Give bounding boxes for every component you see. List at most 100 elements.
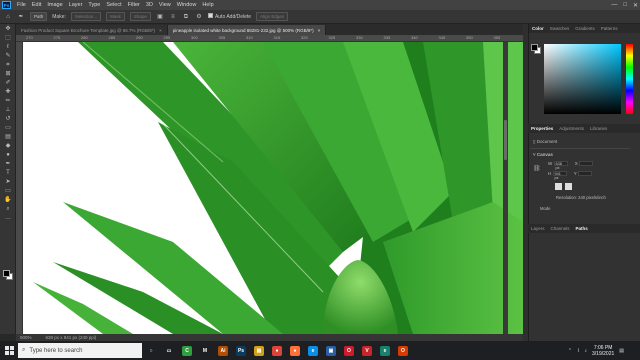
foreground-color-swatch[interactable] — [3, 270, 10, 277]
chevron-down-icon[interactable]: ˅ — [533, 152, 536, 157]
taskbar-app-opera[interactable]: O — [340, 341, 358, 360]
path-arrangement-icon[interactable]: ⧉ — [182, 13, 190, 21]
taskbar-app-file-explorer[interactable]: ▤ — [250, 341, 268, 360]
tab-gradients[interactable]: Gradients — [575, 26, 595, 31]
taskbar-app-photos[interactable]: ▣ — [322, 341, 340, 360]
more-tools-icon[interactable]: … — [1, 214, 15, 222]
taskbar-app-google-chrome[interactable]: ● — [268, 341, 286, 360]
settings-gear-icon[interactable]: ⚙ — [195, 13, 203, 21]
taskbar-search-box[interactable]: ⌕ Type here to search — [18, 343, 142, 358]
taskbar-app-edge-dev[interactable]: e — [376, 341, 394, 360]
link-icon[interactable]: ⛓ — [533, 165, 541, 172]
tab-swatches[interactable]: Swatches — [550, 26, 570, 31]
healing-brush-tool-icon[interactable]: ✚ — [1, 88, 15, 96]
landscape-orientation-icon[interactable] — [565, 183, 572, 190]
chevron-up-icon[interactable]: ⌃ — [568, 348, 572, 354]
taskbar-app-firefox[interactable]: ● — [286, 341, 304, 360]
tab-adjustments[interactable]: Adjustments — [559, 126, 584, 131]
x-field[interactable] — [579, 161, 594, 167]
start-button[interactable] — [0, 341, 18, 360]
scrollbar-thumb[interactable] — [504, 120, 507, 160]
type-tool-icon[interactable]: T — [1, 169, 15, 177]
taskbar-app-edge[interactable]: e — [304, 341, 322, 360]
path-alignment-icon[interactable]: ≡ — [169, 13, 177, 21]
menu-3d[interactable]: 3D — [143, 2, 156, 8]
crop-tool-icon[interactable]: ⌗ — [1, 61, 15, 69]
taskbar-app-camtasia[interactable]: C — [178, 341, 196, 360]
tab-layers[interactable]: Layers — [531, 226, 545, 231]
zoom-tool-icon[interactable]: ⌕ — [1, 205, 15, 213]
notifications-icon[interactable]: ▤ — [619, 348, 624, 354]
taskbar-app-adobe-photoshop[interactable]: Ps — [232, 341, 250, 360]
tab-properties[interactable]: Properties — [531, 126, 553, 131]
path-operations-icon[interactable]: ▣ — [156, 13, 164, 21]
taskbar-app-cortana[interactable]: ○ — [142, 341, 160, 360]
marquee-tool-icon[interactable]: ⬚ — [1, 34, 15, 42]
pen-tool-preset-icon[interactable]: ✒ — [17, 13, 25, 21]
taskbar-app-vivaldi[interactable]: V — [358, 341, 376, 360]
tab-brochure-template[interactable]: Fashion Product Square Brochure Template… — [16, 25, 168, 35]
tab-channels[interactable]: Channels — [551, 226, 570, 231]
taskbar-app-task-view[interactable]: ▭ — [160, 341, 178, 360]
taskbar-app-adobe-illustrator[interactable]: Ai — [214, 341, 232, 360]
eyedropper-tool-icon[interactable]: ✐ — [1, 79, 15, 87]
path-mode-select[interactable]: Path — [30, 12, 48, 21]
y-field[interactable] — [577, 171, 592, 177]
close-button[interactable]: ✕ — [633, 2, 638, 9]
color-picker-field[interactable] — [544, 44, 621, 114]
maximize-button[interactable]: □ — [623, 2, 627, 8]
tab-pineapple-image[interactable]: pineapple isolated white background 8828… — [167, 25, 327, 35]
document-canvas[interactable] — [23, 42, 523, 334]
network-icon[interactable]: ⌇ — [577, 348, 579, 354]
pen-tool-icon[interactable]: ✒ — [1, 160, 15, 168]
path-select-tool-icon[interactable]: ➤ — [1, 178, 15, 186]
blur-tool-icon[interactable]: ◆ — [1, 142, 15, 150]
make-shape-button[interactable]: Shape — [129, 12, 151, 21]
tab-paths[interactable]: Paths — [576, 226, 588, 231]
hue-slider[interactable] — [626, 44, 633, 114]
volume-icon[interactable]: ♪ — [585, 348, 588, 354]
taskbar-app-movavi[interactable]: M — [196, 341, 214, 360]
move-tool-icon[interactable]: ✥ — [1, 25, 15, 33]
tab-patterns[interactable]: Patterns — [601, 26, 618, 31]
menu-select[interactable]: Select — [103, 2, 124, 8]
auto-add-delete-checkbox[interactable]: Auto Add/Delete — [207, 13, 251, 20]
align-edges-option[interactable]: Align Edges — [256, 12, 289, 21]
close-tab-icon[interactable]: × — [159, 28, 162, 33]
width-field[interactable]: 638 px — [553, 161, 568, 170]
lasso-tool-icon[interactable]: ℓ — [1, 43, 15, 51]
clock[interactable]: 7:06 PM 3/19/2021 — [592, 345, 614, 357]
hand-tool-icon[interactable]: ✋ — [1, 196, 15, 204]
clone-stamp-tool-icon[interactable]: ⊥ — [1, 106, 15, 114]
brush-tool-icon[interactable]: ✏ — [1, 97, 15, 105]
make-mask-button[interactable]: Mask — [106, 12, 125, 21]
tab-color[interactable]: Color — [532, 26, 544, 31]
tab-libraries[interactable]: Libraries — [590, 126, 607, 131]
home-icon[interactable]: ⌂ — [4, 13, 12, 21]
menu-image[interactable]: Image — [44, 2, 65, 8]
zoom-level[interactable]: 500% — [20, 335, 32, 340]
make-selection-button[interactable]: Selection... — [70, 12, 102, 21]
gradient-tool-icon[interactable]: ▤ — [1, 133, 15, 141]
menu-window[interactable]: Window — [174, 2, 200, 8]
portrait-orientation-icon[interactable] — [555, 183, 562, 190]
panel-foreground-swatch[interactable] — [531, 44, 538, 51]
quick-select-tool-icon[interactable]: ✎ — [1, 52, 15, 60]
close-tab-icon[interactable]: × — [318, 28, 321, 33]
menu-edit[interactable]: Edit — [29, 2, 44, 8]
frame-tool-icon[interactable]: ⊠ — [1, 70, 15, 78]
dodge-tool-icon[interactable]: ● — [1, 151, 15, 159]
eraser-tool-icon[interactable]: ▭ — [1, 124, 15, 132]
history-brush-tool-icon[interactable]: ↺ — [1, 115, 15, 123]
menu-type[interactable]: Type — [85, 2, 103, 8]
height-field[interactable]: 941 px — [552, 171, 567, 180]
vertical-scrollbar[interactable] — [503, 42, 508, 334]
menu-view[interactable]: View — [156, 2, 174, 8]
rectangle-tool-icon[interactable]: ▭ — [1, 187, 15, 195]
menu-layer[interactable]: Layer — [66, 2, 86, 8]
menu-help[interactable]: Help — [199, 2, 216, 8]
menu-file[interactable]: File — [14, 2, 29, 8]
minimize-button[interactable]: — — [611, 2, 617, 8]
taskbar-app-office[interactable]: O — [394, 341, 412, 360]
menu-filter[interactable]: Filter — [125, 2, 143, 8]
